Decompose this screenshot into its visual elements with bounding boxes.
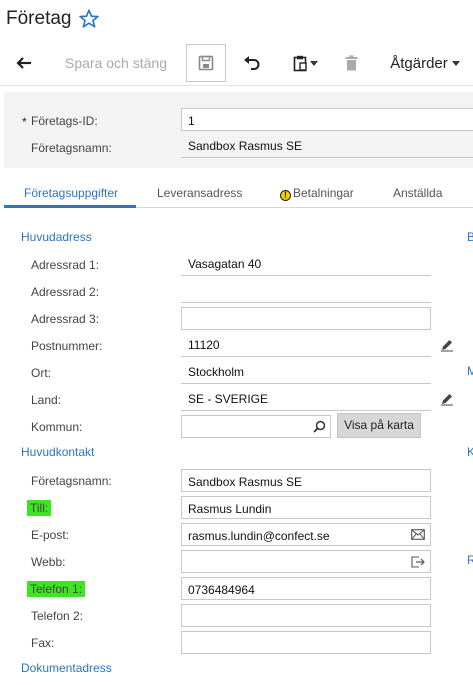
undo-button[interactable] (234, 44, 270, 82)
tab-bar: Företagsuppgifter Leveransadress ! Betaln… (4, 178, 473, 208)
phone1-label: Telefon 1: (27, 581, 86, 597)
address1-value[interactable]: Vasagatan 40 (181, 253, 431, 276)
phone2-input[interactable] (181, 604, 431, 627)
contact-company-name-label: Företagsnamn: (31, 474, 112, 488)
floppy-disk-icon (198, 55, 214, 71)
city-value[interactable]: Stockholm (181, 361, 431, 384)
right-section-heading-clipped: K (467, 445, 473, 459)
actions-menu-button[interactable]: Åtgärder (380, 44, 470, 82)
pencil-icon[interactable] (440, 338, 454, 352)
arrow-left-icon (16, 57, 31, 69)
tab-delivery-address[interactable]: Leveransadress (157, 186, 242, 200)
document-address-heading: Dokumentadress (21, 661, 112, 675)
undo-icon (244, 56, 260, 70)
company-name-label: Företagsnamn: (31, 141, 112, 155)
company-id-label: Företags-ID: (31, 114, 98, 128)
country-label: Land: (31, 393, 62, 407)
warning-icon: ! (280, 190, 291, 201)
delete-button[interactable] (336, 44, 366, 82)
search-icon[interactable] (313, 420, 326, 433)
right-section-heading-clipped: B (467, 230, 473, 244)
email-label: E-post: (31, 528, 70, 542)
tab-payments[interactable]: ! Betalningar (280, 186, 354, 201)
address2-value[interactable] (181, 280, 431, 303)
save-and-close-button[interactable]: Spara och stäng (52, 44, 180, 82)
phone2-label: Telefon 2: (31, 609, 84, 623)
to-input[interactable]: Rasmus Lundin (181, 496, 431, 519)
main-address-heading: Huvudadress (21, 230, 92, 244)
email-input[interactable]: rasmus.lundin@confect.se (181, 523, 431, 546)
active-tab-indicator (4, 205, 136, 208)
fax-label: Fax: (31, 636, 55, 650)
back-button[interactable] (6, 44, 42, 82)
save-button[interactable] (186, 44, 226, 82)
chevron-down-icon (451, 60, 460, 66)
to-label: Till: (27, 500, 52, 516)
municipality-label: Kommun: (31, 420, 83, 434)
tab-employees[interactable]: Anställda (393, 186, 442, 200)
company-name-value[interactable]: Sandbox Rasmus SE (181, 135, 473, 158)
web-input[interactable] (181, 550, 431, 573)
postal-code-label: Postnummer: (31, 339, 103, 353)
contact-company-name-input[interactable]: Sandbox Rasmus SE (181, 469, 431, 492)
phone1-input[interactable]: 0736484964 (181, 577, 431, 600)
company-id-input[interactable]: 1 (181, 108, 473, 131)
address3-input[interactable] (181, 307, 431, 330)
external-link-icon[interactable] (411, 556, 425, 568)
envelope-icon[interactable] (411, 529, 425, 540)
country-value[interactable]: SE - SVERIGE (181, 388, 431, 411)
municipality-input[interactable] (181, 415, 331, 438)
pencil-icon[interactable] (440, 392, 454, 406)
city-label: Ort: (31, 366, 51, 380)
clipboard-icon (293, 55, 307, 71)
favorite-star-icon[interactable] (78, 8, 100, 30)
right-section-heading-clipped: R (467, 553, 473, 567)
fax-input[interactable] (181, 631, 431, 654)
web-label: Webb: (31, 555, 66, 569)
clipboard-menu-button[interactable] (282, 44, 328, 82)
title-bar: Företag (0, 0, 473, 40)
main-contact-heading: Huvudkontakt (21, 445, 95, 459)
actions-label: Åtgärder (390, 54, 448, 72)
address1-label: Adressrad 1: (31, 258, 100, 272)
required-marker: * (22, 115, 27, 129)
show-on-map-button[interactable]: Visa på karta (337, 413, 421, 438)
right-section-heading-clipped: M (467, 364, 473, 378)
postal-code-value[interactable]: 11120 (181, 334, 431, 357)
toolbar: Spara och stäng Åtgärder (0, 40, 473, 86)
tab-payments-label: Betalningar (293, 186, 354, 200)
tab-company-details[interactable]: Företagsuppgifter (24, 186, 118, 200)
address2-label: Adressrad 2: (31, 285, 100, 299)
page-title: Företag (6, 8, 72, 29)
trash-icon (345, 55, 357, 71)
address3-label: Adressrad 3: (31, 312, 100, 326)
chevron-down-icon (309, 60, 318, 66)
